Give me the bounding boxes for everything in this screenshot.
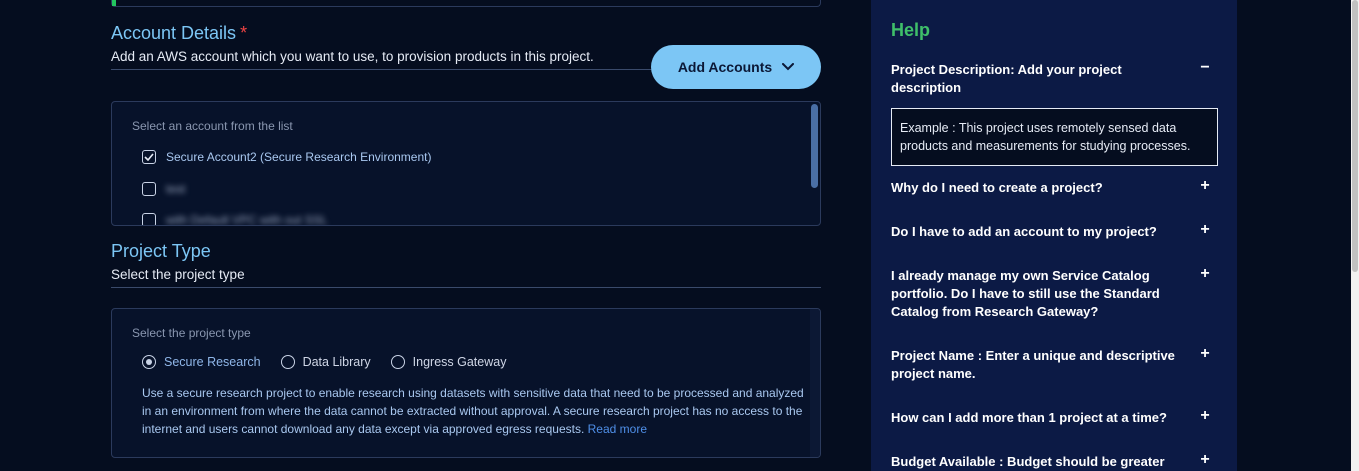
account-list-panel[interactable]: Select an account from the list Secure A… <box>111 101 821 226</box>
radio-selected[interactable] <box>142 355 156 369</box>
collapse-icon[interactable]: − <box>1197 59 1213 77</box>
expand-icon[interactable]: + <box>1197 265 1213 283</box>
project-type-divider <box>111 287 821 288</box>
help-title: Help <box>891 20 931 40</box>
page-scrollbar-thumb[interactable] <box>1352 0 1358 272</box>
checkbox-unchecked[interactable] <box>142 182 156 196</box>
checkbox-unchecked[interactable] <box>142 213 156 225</box>
account-option[interactable]: with Default VPC with out SSL <box>142 213 328 226</box>
main-content: Account Details * Add an AWS account whic… <box>0 0 870 471</box>
project-type-label: Select the project type <box>132 326 251 340</box>
project-type-panel: Select the project type Secure Research … <box>111 308 821 458</box>
checkbox-checked[interactable] <box>142 150 156 164</box>
account-divider <box>111 69 656 70</box>
account-option[interactable]: test <box>142 182 185 196</box>
expand-icon[interactable]: + <box>1197 345 1213 363</box>
radio-secure-research[interactable]: Secure Research <box>142 355 261 369</box>
account-details-title: Account Details * <box>111 23 248 43</box>
account-option-label: with Default VPC with out SSL <box>166 213 328 226</box>
account-option-label: test <box>166 182 186 196</box>
account-details-subtitle: Add an AWS account which you want to use… <box>111 49 594 64</box>
page-scrollbar[interactable] <box>1351 0 1359 471</box>
faq-question[interactable]: I already manage my own Service Catalog … <box>891 267 1191 321</box>
page-gutter <box>1237 0 1351 471</box>
faq-question[interactable]: How can I add more than 1 project at a t… <box>891 409 1191 427</box>
previous-section-card <box>111 0 821 7</box>
faq-answer: Example : This project uses remotely sen… <box>891 108 1218 166</box>
expand-icon[interactable]: + <box>1197 451 1213 469</box>
faq-question[interactable]: Do I have to add an account to my projec… <box>891 223 1191 241</box>
project-type-subtitle: Select the project type <box>111 267 245 282</box>
read-more-link[interactable]: Read more <box>588 422 647 436</box>
card-accent-bar <box>112 0 116 6</box>
faq-question[interactable]: Why do I need to create a project? <box>891 179 1191 197</box>
expand-icon[interactable]: + <box>1197 177 1213 195</box>
checkmark-icon <box>144 153 154 161</box>
account-list-label: Select an account from the list <box>132 119 293 133</box>
required-marker: * <box>240 23 248 43</box>
faq-question[interactable]: Project Name : Enter a unique and descri… <box>891 347 1191 383</box>
radio-ingress-gateway[interactable]: Ingress Gateway <box>390 355 506 369</box>
project-type-title: Project Type <box>111 241 211 261</box>
chevron-down-icon <box>782 63 795 71</box>
faq-question[interactable]: Project Description: Add your project de… <box>891 61 1191 97</box>
add-accounts-button[interactable]: Add Accounts <box>651 45 821 89</box>
faq-question[interactable]: Budget Available : Budget should be grea… <box>891 453 1191 471</box>
radio-unselected[interactable] <box>280 355 295 369</box>
panel-scroll-track[interactable] <box>810 309 820 457</box>
account-option[interactable]: Secure Account2 (Secure Research Environ… <box>142 150 431 164</box>
help-sidebar: Help Project Description: Add your proje… <box>871 0 1237 471</box>
account-list-scrollbar[interactable] <box>811 104 818 188</box>
account-option-label: Secure Account2 (Secure Research Environ… <box>166 150 432 164</box>
radio-data-library[interactable]: Data Library <box>280 355 371 369</box>
project-type-options: Secure Research Data Library Ingress Gat… <box>142 355 526 369</box>
expand-icon[interactable]: + <box>1197 407 1213 425</box>
project-type-description: Use a secure research project to enable … <box>142 386 804 436</box>
expand-icon[interactable]: + <box>1197 221 1213 239</box>
radio-unselected[interactable] <box>390 355 405 369</box>
